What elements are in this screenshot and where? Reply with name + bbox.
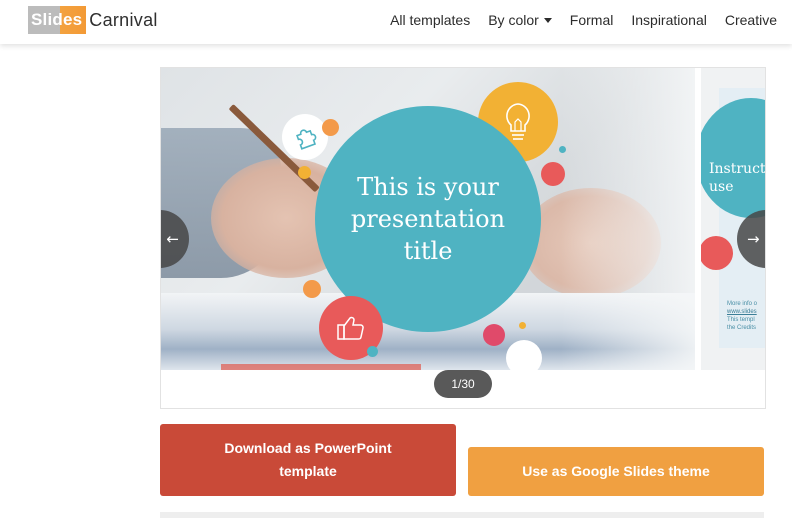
- caret-down-icon: [543, 17, 552, 23]
- next-slide-circle: [701, 98, 765, 218]
- logo-badge: Slides: [28, 6, 87, 34]
- photo-strip: [221, 364, 421, 370]
- deco-dot: [506, 340, 542, 370]
- download-powerpoint-button[interactable]: Download as PowerPoint template: [160, 424, 456, 496]
- deco-dot: [483, 324, 505, 346]
- deco-dot: [541, 162, 565, 186]
- puzzle-icon: [282, 114, 328, 160]
- logo-word-slides: Slides: [31, 10, 83, 29]
- arrow-right-icon: →: [747, 230, 760, 248]
- next-slide-small-text: More info o www.slides This templ the Cr…: [727, 300, 765, 332]
- deco-dot: [322, 119, 339, 136]
- deco-dot: [367, 346, 378, 357]
- logo-word-carnival: Carnival: [89, 9, 158, 30]
- nav-inspirational[interactable]: Inspirational: [631, 12, 707, 28]
- next-slide-line: More info o: [727, 301, 758, 307]
- next-slide-link: www.slides: [727, 309, 757, 315]
- slide-counter: 1/30: [434, 370, 492, 398]
- next-slide-line: This templ: [727, 317, 755, 323]
- slide-title: This is your presentation title: [350, 173, 506, 265]
- nav-formal[interactable]: Formal: [570, 12, 614, 28]
- site-header: Slides Carnival All templates By color F…: [0, 0, 792, 44]
- photo-light: [561, 68, 695, 370]
- deco-dot: [298, 166, 311, 179]
- site-logo[interactable]: Slides Carnival: [28, 6, 158, 34]
- deco-dot: [559, 146, 566, 153]
- use-google-slides-button[interactable]: Use as Google Slides theme: [468, 447, 764, 496]
- main-nav: All templates By color Formal Inspiratio…: [390, 12, 777, 28]
- slide-carousel: This is your presentation title Instruct…: [160, 67, 766, 409]
- nav-creative[interactable]: Creative: [725, 12, 777, 28]
- deco-dot: [303, 280, 321, 298]
- nav-all-templates[interactable]: All templates: [390, 12, 470, 28]
- arrow-left-icon: ←: [166, 230, 179, 248]
- next-slide-line: the Credits: [727, 325, 757, 331]
- next-slide-title: Instruct use: [709, 161, 765, 195]
- slide-preview-current[interactable]: This is your presentation title: [161, 68, 695, 370]
- use-google-slides-label: Use as Google Slides theme: [522, 463, 710, 479]
- deco-dot: [519, 322, 526, 329]
- nav-by-color[interactable]: By color: [488, 12, 552, 28]
- section-divider: [160, 512, 764, 518]
- nav-by-color-label: By color: [488, 12, 539, 28]
- download-powerpoint-label: Download as PowerPoint template: [224, 440, 392, 479]
